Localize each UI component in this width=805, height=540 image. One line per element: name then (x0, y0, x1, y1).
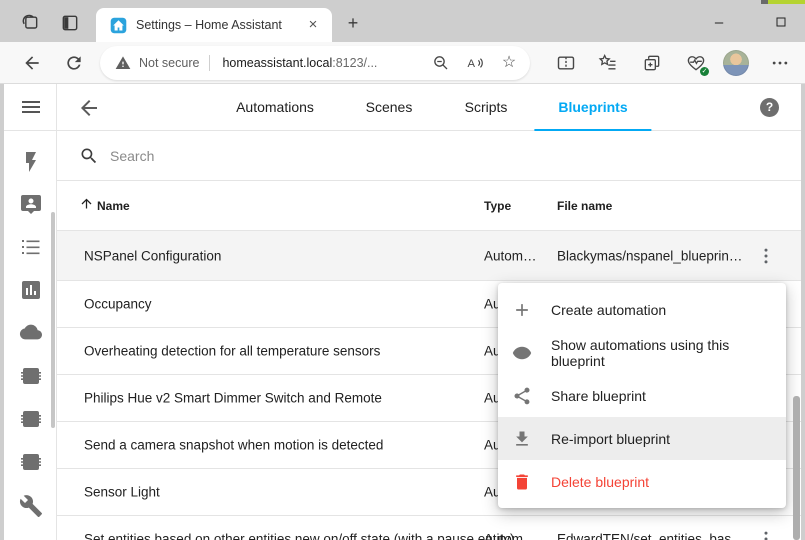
column-header-type[interactable]: Type (484, 199, 511, 213)
search-icon (79, 146, 99, 166)
chip-icon-3[interactable] (19, 450, 43, 474)
menu-item-label: Delete blueprint (551, 474, 649, 490)
chip-icon-2[interactable] (19, 407, 43, 431)
column-header-file[interactable]: File name (557, 199, 612, 213)
sidebar-scrollbar[interactable] (51, 212, 55, 428)
tab-scripts[interactable]: Scripts (441, 84, 532, 131)
refresh-icon[interactable] (64, 53, 84, 73)
row-name: Send a camera snapshot when motion is de… (84, 438, 383, 453)
svg-text:A: A (468, 58, 476, 70)
list-icon[interactable] (19, 235, 43, 259)
chip-icon-1[interactable] (19, 364, 43, 388)
row-type: Autom… (484, 532, 537, 540)
eye-icon (512, 343, 532, 363)
workspaces-icon[interactable] (20, 13, 40, 33)
maximize-button[interactable] (766, 10, 796, 34)
address-bar[interactable]: Not secure homeassistant.local:8123/... … (100, 46, 530, 80)
vertical-tabs-icon[interactable] (60, 13, 80, 33)
app-back-icon[interactable] (77, 96, 101, 120)
row-name: Set entities based on other entities new… (84, 532, 515, 540)
sidebar (4, 84, 57, 540)
help-icon[interactable]: ? (760, 98, 779, 117)
read-aloud-icon[interactable]: A (466, 54, 484, 72)
cloud-icon[interactable] (19, 321, 43, 345)
split-screen-icon[interactable] (556, 53, 576, 73)
plus-icon (512, 300, 532, 320)
row-name: NSPanel Configuration (84, 248, 221, 263)
menu-item-share-blueprint[interactable]: Share blueprint (498, 374, 786, 417)
new-tab-button[interactable]: + (341, 12, 365, 36)
menu-item-show-automations[interactable]: Show automations using this blueprint (498, 331, 786, 374)
sidebar-divider (4, 130, 56, 131)
row-file: Blackymas/nspanel_blueprin… (557, 248, 742, 263)
security-label[interactable]: Not secure (139, 56, 199, 70)
menu-item-create-automation[interactable]: Create automation (498, 288, 786, 331)
favorite-star-icon[interactable]: ☆ (500, 54, 518, 72)
menu-item-reimport-blueprint[interactable]: Re-import blueprint (498, 417, 786, 460)
zoom-out-icon[interactable] (432, 54, 450, 72)
menu-item-delete-blueprint[interactable]: Delete blueprint (498, 460, 786, 503)
screen-edge-nub (761, 0, 768, 4)
tab-blueprints[interactable]: Blueprints (534, 84, 651, 131)
page-scrollbar[interactable] (793, 396, 800, 540)
column-header-name[interactable]: Name (97, 199, 130, 213)
menu-item-label: Create automation (551, 302, 666, 318)
url-suffix: :8123/... (332, 56, 377, 70)
search-input[interactable] (110, 148, 801, 164)
row-overflow-menu-icon[interactable] (756, 529, 776, 540)
browser-toolbar: Not secure homeassistant.local:8123/... … (0, 42, 805, 84)
row-name: Overheating detection for all temperatur… (84, 344, 380, 359)
blueprint-context-menu: Create automation Show automations using… (498, 283, 786, 508)
close-tab-icon[interactable]: × (304, 16, 322, 34)
sort-ascending-icon[interactable] (79, 196, 94, 211)
not-secure-warning-icon (115, 55, 131, 71)
row-type: Autom… (484, 248, 537, 263)
url-host: homeassistant.local (222, 56, 332, 70)
menu-item-label: Show automations using this blueprint (551, 337, 786, 369)
essentials-status-badge: ✓ (700, 67, 709, 76)
row-name: Philips Hue v2 Smart Dimmer Switch and R… (84, 391, 382, 406)
browser-menu-icon[interactable] (770, 53, 790, 73)
row-name: Sensor Light (84, 485, 160, 500)
address-divider (209, 55, 210, 71)
browser-tab[interactable]: Settings – Home Assistant × (96, 8, 332, 42)
account-badge-icon[interactable] (19, 192, 43, 216)
menu-item-label: Re-import blueprint (551, 431, 670, 447)
minimize-button[interactable]: – (704, 10, 734, 34)
hamburger-menu-icon[interactable] (19, 95, 43, 119)
browser-tab-strip: Settings – Home Assistant × + – (0, 0, 805, 42)
back-icon[interactable] (22, 53, 42, 73)
app-header: Automations Scenes Scripts Blueprints ? (57, 84, 801, 131)
url-text[interactable]: homeassistant.local:8123/... (222, 56, 416, 70)
flash-icon[interactable] (19, 150, 43, 174)
home-assistant-page: Automations Scenes Scripts Blueprints ? … (4, 84, 801, 540)
table-row[interactable]: NSPanel Configuration Autom… Blackymas/n… (57, 231, 801, 281)
menu-item-label: Share blueprint (551, 388, 646, 404)
tab-title: Settings – Home Assistant (136, 18, 304, 32)
table-header: Name Type File name (57, 181, 801, 231)
profile-avatar[interactable] (723, 50, 749, 76)
trash-icon (512, 472, 532, 492)
row-file: EdwardTEN/set_entities_bas… (557, 532, 745, 540)
screen-edge-strip (768, 0, 805, 4)
collections-icon[interactable] (642, 53, 662, 73)
chart-box-icon[interactable] (19, 278, 43, 302)
tab-automations[interactable]: Automations (212, 84, 338, 131)
browser-essentials-icon[interactable]: ✓ (686, 53, 706, 73)
share-icon (512, 386, 532, 406)
home-assistant-favicon (110, 17, 127, 34)
wrench-icon[interactable] (19, 494, 43, 518)
favorites-bar-icon[interactable] (598, 53, 618, 73)
table-row[interactable]: Set entities based on other entities new… (57, 516, 801, 540)
download-icon (512, 429, 532, 449)
row-name: Occupancy (84, 297, 152, 312)
tab-scenes[interactable]: Scenes (342, 84, 437, 131)
search-bar (57, 131, 801, 181)
row-overflow-menu-icon[interactable] (756, 246, 776, 266)
